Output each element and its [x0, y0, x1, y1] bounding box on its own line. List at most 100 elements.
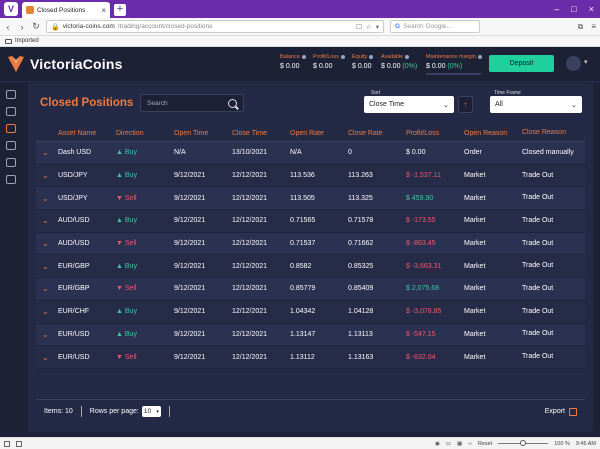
new-tab-button[interactable]: + [114, 4, 126, 16]
cell-close-time: 12/12/2021 [232, 330, 268, 338]
star-icon[interactable]: ☆ [366, 23, 372, 31]
col-direction[interactable]: Direction [116, 130, 174, 137]
cell-asset: AUD/USD [58, 240, 90, 248]
info-icon[interactable] [405, 55, 410, 59]
cell-close-time: 12/12/2021 [232, 172, 268, 180]
export-button[interactable]: Export [545, 407, 577, 416]
zoom-knob[interactable] [520, 440, 527, 446]
info-icon[interactable] [477, 55, 482, 59]
sort-direction-button[interactable]: ↑ [458, 96, 473, 113]
arrow-up-icon: ▲ [116, 149, 123, 157]
browser-search-box[interactable]: G Search Google... [390, 20, 480, 33]
cell-direction: ▲ Buy [116, 262, 137, 270]
reset-zoom-button[interactable]: Reset [478, 441, 492, 447]
forward-icon[interactable]: › [18, 22, 26, 32]
expand-chevron-icon[interactable]: ⌄ [36, 194, 58, 203]
sort-select[interactable]: Close Time ⌄ [364, 96, 454, 113]
lock-icon: 🔒 [51, 23, 60, 31]
table-row[interactable]: ⌄ USD/JPY ▼ Sell 9/12/2021 12/12/2021 113.505… [36, 187, 585, 211]
expand-chevron-icon[interactable]: ⌄ [36, 216, 58, 225]
table-row[interactable]: ⌄ Dash USD ▲ Buy N/A 13/10/2021 N/A 0 $ 0.00 Ord… [36, 142, 585, 165]
briefcase-icon[interactable] [6, 124, 16, 133]
browser-logo-icon[interactable]: V [4, 2, 18, 16]
info-icon[interactable] [369, 55, 374, 59]
col-open-time[interactable]: Open Time [174, 130, 232, 137]
table-row[interactable]: ⌄ EUR/GBP ▼ Sell 9/12/2021 12/12/2021 0.85779… [36, 278, 585, 301]
expand-chevron-icon[interactable]: ⌄ [36, 148, 58, 157]
calendar-icon[interactable] [6, 175, 16, 184]
images-icon[interactable]: ▦ [457, 441, 462, 447]
bookmark-folder-imported[interactable]: Imported [15, 38, 39, 44]
stat-maintenance-margin: Maintenance margin $ 0.00 (0%) [426, 54, 482, 75]
bookmark-icon[interactable]: ☐ [356, 23, 362, 31]
table-row[interactable]: ⌄ EUR/USD ▲ Buy 9/12/2021 12/12/2021 1.13147 1… [36, 323, 585, 347]
reload-icon[interactable]: ↻ [32, 21, 40, 32]
col-asset-name[interactable]: Asset Name [58, 130, 116, 137]
code-icon[interactable]: ‹› [468, 441, 472, 447]
cell-close-time: 12/12/2021 [232, 262, 268, 270]
extensions-icon[interactable]: ⧉ [578, 22, 584, 32]
rows-per-page-select[interactable]: 10 ▾ [141, 406, 161, 417]
deposit-button[interactable]: Deposit [489, 55, 554, 72]
info-icon[interactable] [301, 55, 306, 59]
table-row[interactable]: ⌄ EUR/USD ▼ Sell 9/12/2021 12/12/2021 1.13112… [36, 346, 585, 369]
cell-asset: USD/JPY [58, 194, 88, 202]
camera-icon[interactable]: ◉ [435, 441, 440, 447]
col-open-rate[interactable]: Open Rate [290, 130, 348, 137]
expand-chevron-icon[interactable]: ⌄ [36, 307, 58, 316]
cell-asset: EUR/GBP [58, 262, 90, 270]
cell-direction: ▲ Buy [116, 330, 137, 338]
brand[interactable]: VictoriaCoins [6, 54, 123, 74]
history-icon[interactable] [6, 158, 16, 167]
address-bar[interactable]: 🔒 victoria-coins.com/trading/account/clo… [46, 20, 384, 33]
cell-close-time: 12/12/2021 [232, 308, 268, 316]
table-row[interactable]: ⌄ AUD/USD ▼ Sell 9/12/2021 12/12/2021 0.71537… [36, 232, 585, 256]
col-close-time[interactable]: Close Time [232, 130, 290, 137]
cell-close-rate: 1.13163 [348, 353, 374, 361]
col-close-rate[interactable]: Close Rate [348, 130, 406, 137]
timeframe-select[interactable]: All ⌄ [490, 96, 582, 113]
cell-open-reason: Market [464, 353, 486, 361]
expand-chevron-icon[interactable]: ⌄ [36, 239, 58, 248]
bank-icon[interactable] [6, 141, 16, 150]
expand-chevron-icon[interactable]: ⌄ [36, 284, 58, 293]
expand-chevron-icon[interactable]: ⌄ [36, 171, 58, 180]
panel-icon[interactable] [4, 440, 10, 447]
chevron-down-icon[interactable]: ▾ [584, 58, 588, 66]
cell-asset: EUR/USD [58, 330, 90, 338]
table-row[interactable]: ⌄ USD/JPY ▲ Buy 9/12/2021 12/12/2021 113.536 1… [36, 164, 585, 188]
dropdown-icon[interactable]: ▾ [376, 23, 379, 31]
cell-direction: ▲ Buy [116, 308, 137, 316]
close-window-icon[interactable]: × [589, 4, 594, 14]
info-icon[interactable] [340, 55, 345, 59]
cell-open-time: N/A [174, 149, 186, 157]
tabs-icon[interactable] [16, 440, 22, 447]
col-close-reason[interactable]: Close Reason [522, 129, 585, 137]
col-profit-loss[interactable]: Profit/Loss [406, 130, 464, 137]
tab-close-icon[interactable]: × [101, 6, 106, 15]
table-row[interactable]: ⌄ AUD/USD ▲ Buy 9/12/2021 12/12/2021 0.71565 0… [36, 210, 585, 233]
table-row[interactable]: ⌄ EUR/GBP ▲ Buy 9/12/2021 12/12/2021 0.8582 0.… [36, 255, 585, 279]
search-input[interactable] [147, 99, 227, 107]
avatar[interactable] [566, 56, 581, 71]
minimize-icon[interactable]: – [554, 4, 559, 14]
expand-chevron-icon[interactable]: ⌄ [36, 330, 58, 339]
back-icon[interactable]: ‹ [4, 22, 12, 32]
cell-close-rate: 0 [348, 149, 352, 157]
window-icon[interactable]: ▭ [446, 441, 451, 447]
expand-chevron-icon[interactable]: ⌄ [36, 353, 58, 362]
zoom-slider[interactable] [498, 440, 549, 446]
wallet-icon[interactable] [6, 107, 16, 116]
maximize-icon[interactable]: □ [571, 4, 576, 14]
browser-tab[interactable]: Closed Positions × [22, 2, 110, 18]
expand-chevron-icon[interactable]: ⌄ [36, 262, 58, 271]
arrow-down-icon: ▼ [116, 353, 123, 361]
search-icon[interactable] [228, 98, 237, 108]
table-row[interactable]: ⌄ EUR/CHF ▲ Buy 9/12/2021 12/12/2021 1.04342 1… [36, 300, 585, 324]
menu-icon[interactable]: ≡ [591, 22, 596, 32]
chart-icon[interactable] [6, 90, 16, 99]
cell-open-time: 9/12/2021 [174, 172, 206, 180]
col-open-reason[interactable]: Open Reason [464, 130, 522, 137]
cell-open-rate: 0.85779 [290, 285, 316, 293]
search-box[interactable] [140, 94, 244, 112]
